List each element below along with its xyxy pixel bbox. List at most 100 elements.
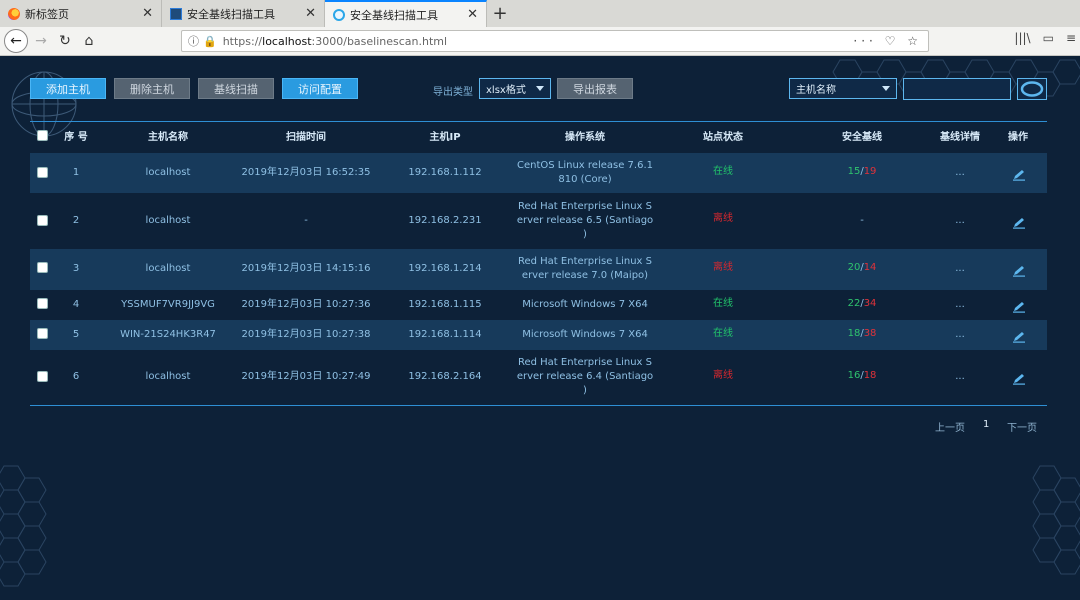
library-icon[interactable]: |||\ [1014, 31, 1030, 45]
edit-icon[interactable] [1012, 265, 1026, 277]
row-os: Microsoft Windows 7 X64 [522, 299, 648, 310]
row-detail-link[interactable]: ... [922, 166, 998, 180]
close-icon[interactable]: ✕ [467, 7, 478, 22]
hexagon-decoration-icon [0, 465, 47, 587]
row-index: 4 [72, 299, 80, 310]
home-icon[interactable]: ⌂ [78, 30, 100, 52]
export-report-button[interactable]: 导出报表 [557, 78, 633, 99]
edit-icon[interactable] [1012, 301, 1026, 313]
row-scan-time: 2019年12月03日 10:27:38 [241, 329, 371, 340]
row-detail-link[interactable]: ... [922, 370, 998, 384]
row-os: Red Hat Enterprise Linux S erver release … [504, 255, 666, 283]
row-checkbox[interactable] [37, 371, 48, 382]
current-page[interactable]: 1 [983, 419, 989, 430]
row-scan-time: 2019年12月03日 10:27:36 [241, 299, 371, 310]
sidebar-icon[interactable]: ▭ [1043, 31, 1054, 45]
row-detail-link[interactable]: ... [922, 262, 998, 276]
row-ip: 192.168.1.114 [408, 329, 482, 340]
tab-baseline-tool-active[interactable]: 安全基线扫描工具 ✕ [325, 0, 487, 27]
row-os: CentOS Linux release 7.6.1 810 (Core) [504, 159, 666, 187]
tool-icon [170, 7, 182, 20]
add-host-button[interactable]: 添加主机 [30, 78, 106, 99]
search-input[interactable] [903, 78, 1011, 100]
row-baseline: 18/38 [847, 328, 877, 339]
menu-icon[interactable]: ≡ [1066, 31, 1076, 45]
os-line: ) [583, 229, 587, 240]
tab-new[interactable]: 新标签页 ✕ [0, 0, 162, 27]
row-status: 离线 [713, 370, 733, 381]
baseline-fail-count: 34 [863, 298, 877, 309]
baseline-fail-count: 19 [863, 166, 877, 177]
reload-icon[interactable]: ↻ [54, 30, 76, 52]
row-hostname: localhost [145, 215, 191, 226]
row-scan-time: - [304, 215, 308, 226]
row-index: 3 [72, 263, 80, 274]
row-checkbox[interactable] [37, 262, 48, 273]
baseline-pass-count: 16 [847, 370, 861, 381]
row-os: Red Hat Enterprise Linux S erver release … [504, 200, 666, 242]
address-bar[interactable]: ⓘ 🔒 https://localhost:3000/baselinescan.… [181, 30, 929, 52]
access-config-button[interactable]: 访问配置 [282, 78, 358, 99]
search-field-select[interactable]: 主机名称 [789, 78, 897, 99]
table-row: 4 YSSMUF7VR9JJ9VG 2019年12月03日 10:27:36 1… [30, 290, 1047, 320]
url-prefix: https:// [222, 34, 263, 48]
row-os: Microsoft Windows 7 X64 [522, 329, 648, 340]
insecure-lock-icon[interactable]: 🔒 [203, 35, 217, 48]
row-scan-time: 2019年12月03日 14:15:16 [241, 263, 371, 274]
table-row: 5 WIN-21S24HK3R47 2019年12月03日 10:27:38 1… [30, 320, 1047, 350]
row-ip: 192.168.2.164 [408, 371, 482, 382]
header-scan-time: 扫描时间 [286, 132, 326, 143]
baseline-fail-count: 18 [863, 370, 877, 381]
os-line: erver release 6.5 (Santiago [516, 215, 654, 226]
os-line: 810 (Core) [558, 174, 612, 185]
row-baseline: 20/14 [847, 262, 877, 273]
prev-page-link[interactable]: 上一页 [935, 419, 965, 434]
row-hostname: YSSMUF7VR9JJ9VG [121, 299, 215, 310]
edit-icon[interactable] [1012, 169, 1026, 181]
close-icon[interactable]: ✕ [305, 6, 316, 21]
new-tab-icon[interactable]: + [487, 0, 513, 27]
os-line: ) [583, 385, 587, 396]
row-checkbox[interactable] [37, 298, 48, 309]
row-checkbox[interactable] [37, 215, 48, 226]
info-icon[interactable]: ⓘ [188, 33, 199, 49]
export-format-select[interactable]: xlsx格式 [479, 78, 551, 99]
page-actions[interactable]: ··· ♡ ☆ [853, 34, 922, 48]
close-icon[interactable]: ✕ [142, 6, 153, 21]
url-host: localhost [262, 34, 312, 48]
row-detail-link[interactable]: ... [922, 214, 998, 228]
tab-title: 安全基线扫描工具 [350, 8, 438, 22]
row-detail-link[interactable]: ... [922, 298, 998, 312]
row-checkbox[interactable] [37, 328, 48, 339]
select-all-checkbox[interactable] [37, 130, 48, 141]
edit-icon[interactable] [1012, 331, 1026, 343]
edit-icon[interactable] [1012, 217, 1026, 229]
search-button[interactable] [1017, 78, 1047, 100]
baseline-scan-button[interactable]: 基线扫描 [198, 78, 274, 99]
row-scan-time: 2019年12月03日 16:52:35 [241, 167, 371, 178]
tab-baseline-tool[interactable]: 安全基线扫描工具 ✕ [162, 0, 325, 27]
browser-tab-bar: 新标签页 ✕ 安全基线扫描工具 ✕ 安全基线扫描工具 ✕ + [0, 0, 1080, 27]
table-row: 6 localhost 2019年12月03日 10:27:49 192.168… [30, 350, 1047, 404]
back-arrow-icon[interactable]: ← [4, 29, 28, 53]
browser-nav-bar: ← → ↻ ⌂ ⓘ 🔒 https://localhost:3000/basel… [0, 27, 1080, 56]
export-format-value: xlsx格式 [486, 85, 526, 96]
edit-icon[interactable] [1012, 373, 1026, 385]
browser-toolbar-right: |||\ ▭ ≡ [1014, 31, 1080, 45]
row-ip: 192.168.1.214 [408, 263, 482, 274]
row-detail-link[interactable]: ... [922, 328, 998, 342]
table-row: 1 localhost 2019年12月03日 16:52:35 192.168… [30, 153, 1047, 193]
forward-arrow-icon[interactable]: → [30, 30, 52, 52]
row-checkbox[interactable] [37, 167, 48, 178]
baseline-pass-count: 18 [847, 328, 861, 339]
baseline-pass-count: 20 [847, 262, 861, 273]
next-page-link[interactable]: 下一页 [1007, 419, 1037, 434]
tool-icon-active [333, 8, 345, 21]
baseline-fail-count: 14 [863, 262, 877, 273]
row-index: 5 [72, 329, 80, 340]
header-index: 序 号 [64, 132, 88, 143]
row-index: 1 [72, 167, 80, 178]
delete-host-button[interactable]: 删除主机 [114, 78, 190, 99]
row-ip: 192.168.1.115 [408, 299, 482, 310]
row-status: 离线 [713, 213, 733, 224]
